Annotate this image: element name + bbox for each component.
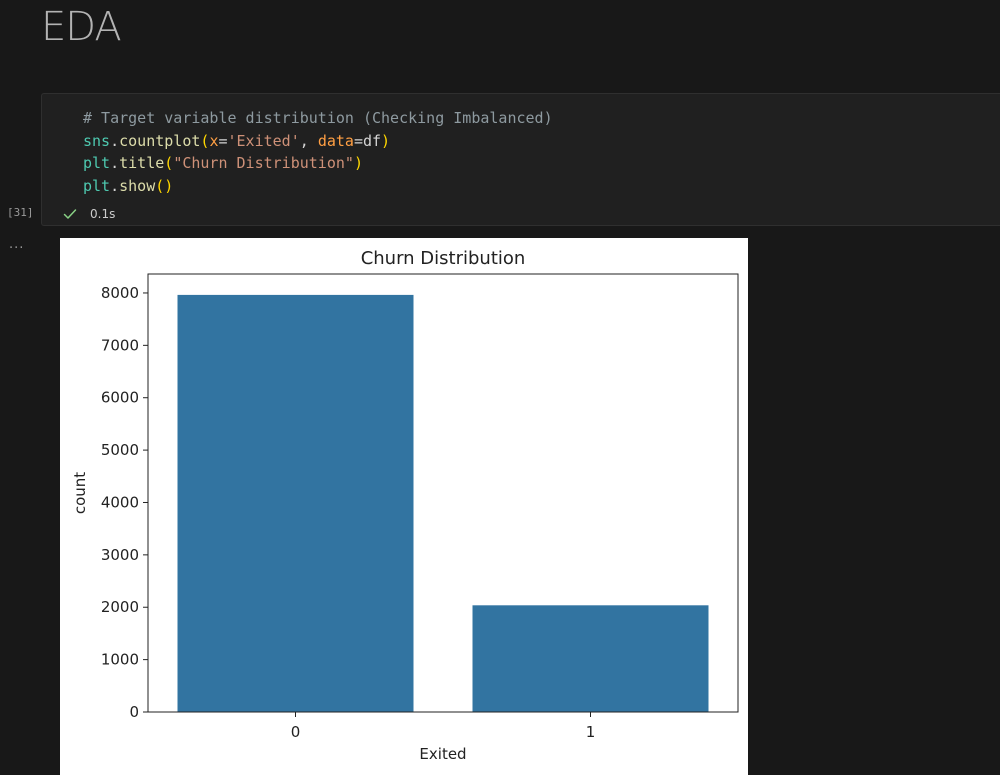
y-tick-label: 0 xyxy=(129,703,139,721)
code-token: ( xyxy=(164,154,174,172)
code-token: "Churn Distribution" xyxy=(173,154,354,172)
y-tick-label: 4000 xyxy=(101,493,139,511)
section-heading: EDA xyxy=(41,4,122,50)
y-tick-label: 2000 xyxy=(101,598,139,616)
code-token: # Target variable distribution (Checking… xyxy=(83,109,553,127)
code-token: . xyxy=(110,154,120,172)
bar-1 xyxy=(472,605,709,712)
code-token: countplot xyxy=(119,131,201,150)
code-line: plt.title("Churn Distribution") xyxy=(83,152,553,175)
checkmark-icon xyxy=(63,209,77,219)
x-axis-label: Exited xyxy=(419,745,466,763)
y-tick-label: 6000 xyxy=(101,389,139,407)
code-token: sns xyxy=(83,131,111,150)
bar-0 xyxy=(177,294,414,712)
y-tick-label: 3000 xyxy=(101,546,139,564)
code-token: ) xyxy=(353,154,363,172)
code-line: plt.show() xyxy=(83,175,553,198)
code-token: ) xyxy=(381,131,391,150)
code-token: plt xyxy=(83,176,111,195)
code-token: . xyxy=(110,131,120,150)
y-tick-label: 1000 xyxy=(101,651,139,669)
x-tick-label: 1 xyxy=(586,723,596,741)
cell-status: 0.1s xyxy=(62,204,115,224)
execution-count: [31] xyxy=(7,206,34,219)
code-token: . xyxy=(110,176,120,195)
code-token: () xyxy=(155,176,174,195)
code-token: = xyxy=(218,131,228,150)
code-line: sns.countplot(x='Exited', data=df) xyxy=(83,130,553,153)
x-tick-label: 0 xyxy=(291,723,301,741)
code-token: plt xyxy=(83,154,111,172)
code-token: title xyxy=(119,154,165,172)
code-token: 'Exited' xyxy=(227,131,300,150)
notebook-page: EDA [31] # Target variable distribution … xyxy=(0,0,1000,775)
code-cell[interactable]: # Target variable distribution (Checking… xyxy=(41,93,1000,226)
y-tick-label: 5000 xyxy=(101,441,139,459)
code-token: show xyxy=(119,176,156,195)
code-line: # Target variable distribution (Checking… xyxy=(83,107,553,130)
chart-title: Churn Distribution xyxy=(361,248,526,269)
y-axis-label: count xyxy=(71,472,89,514)
y-tick-label: 8000 xyxy=(101,284,139,302)
bar-chart: 0 1000 2000 3000 4000 5000 6000 7000 8000 0 1 Churn… xyxy=(71,248,739,763)
code-token: =df xyxy=(353,131,382,150)
plot-output: 0 1000 2000 3000 4000 5000 6000 7000 8000 0 1 Churn… xyxy=(60,238,748,775)
execution-time: 0.1s xyxy=(90,207,116,221)
y-tick-label: 7000 xyxy=(101,336,139,354)
code-token: data xyxy=(317,131,354,150)
code-token: , xyxy=(299,131,318,150)
code-editor[interactable]: # Target variable distribution (Checking… xyxy=(83,107,553,197)
output-menu-icon[interactable]: ... xyxy=(9,237,24,252)
